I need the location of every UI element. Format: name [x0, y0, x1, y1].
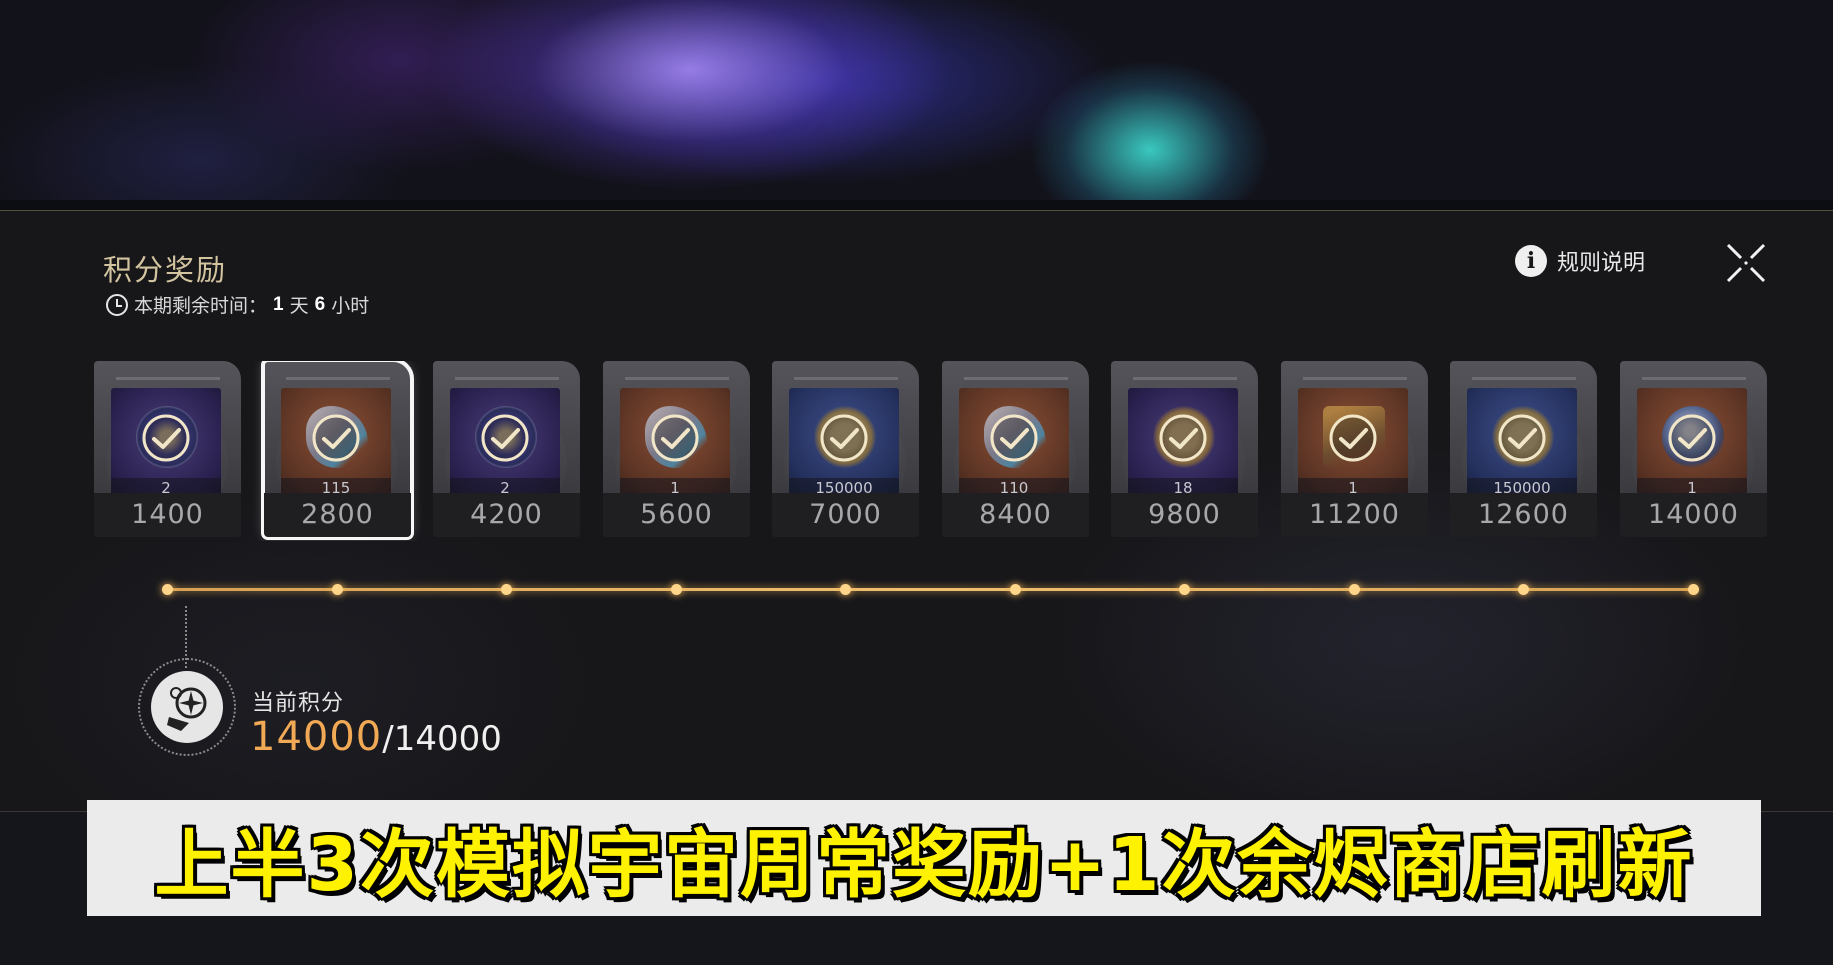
remaining-time-label: 本期剩余时间： [134, 296, 268, 317]
card-topline [1133, 377, 1237, 380]
progress-node [1179, 584, 1190, 595]
claimed-check-icon [990, 414, 1038, 462]
progress-track [170, 588, 1694, 591]
reward-item-image: 1 [620, 388, 730, 498]
progress-node [501, 584, 512, 595]
days-unit: 天 [289, 296, 309, 317]
claimed-check-icon [651, 414, 699, 462]
reward-card[interactable]: 1 5600 [603, 361, 750, 537]
card-topline [286, 377, 390, 380]
hours-unit: 小时 [331, 296, 370, 317]
reward-points-threshold: 2800 [264, 493, 411, 537]
info-icon: i [1515, 245, 1547, 277]
card-topline [1642, 377, 1746, 380]
card-topline [794, 377, 898, 380]
reward-item-image: 110 [959, 388, 1069, 498]
reward-points-threshold: 8400 [942, 493, 1089, 537]
reward-points-threshold: 9800 [1111, 493, 1258, 537]
progress-node [840, 584, 851, 595]
reward-item-image: 1 [1298, 388, 1408, 498]
background-top [0, 0, 1833, 200]
reward-card[interactable]: 110 8400 [942, 361, 1089, 537]
card-topline [455, 377, 559, 380]
reward-points-threshold: 12600 [1450, 493, 1597, 537]
claimed-check-icon [1498, 414, 1546, 462]
card-topline [964, 377, 1068, 380]
reward-item-image: 18 [1128, 388, 1238, 498]
close-button[interactable] [1724, 241, 1768, 285]
reward-card[interactable]: 115 2800 [261, 361, 414, 540]
claimed-check-icon [1159, 414, 1207, 462]
reward-item-image: 2 [450, 388, 560, 498]
reward-points-threshold: 14000 [1620, 493, 1767, 537]
claimed-check-icon [820, 414, 868, 462]
remaining-hours: 6 [314, 293, 326, 315]
progress-node [671, 584, 682, 595]
progress-node [1688, 584, 1699, 595]
points-reward-panel: 积分奖励 本期剩余时间： 1 天 6 小时 i 规则说明 2 1400 115 280… [0, 210, 1833, 812]
reward-item-image: 150000 [1467, 388, 1577, 498]
panel-title: 积分奖励 [103, 255, 228, 287]
reward-card[interactable]: 2 4200 [433, 361, 580, 537]
claimed-check-icon [1329, 414, 1377, 462]
progress-node [332, 584, 343, 595]
card-topline [1472, 377, 1576, 380]
rules-label: 规则说明 [1557, 250, 1646, 275]
remaining-time: 本期剩余时间： 1 天 6 小时 [106, 291, 369, 318]
close-icon [1726, 243, 1766, 283]
reward-card[interactable]: 18 9800 [1111, 361, 1258, 537]
reward-card-list: 2 1400 115 2800 2 4200 1 5600 150000 7000 110 8400 1… [0, 361, 1833, 541]
current-points-label: 当前积分 [252, 690, 345, 715]
progress-node [1518, 584, 1529, 595]
reward-points-threshold: 4200 [433, 493, 580, 537]
current-points-value: 14000 [250, 714, 383, 760]
progress-node [1010, 584, 1021, 595]
reward-card[interactable]: 1 14000 [1620, 361, 1767, 537]
reward-item-image: 150000 [789, 388, 899, 498]
claimed-check-icon [481, 414, 529, 462]
reward-card[interactable]: 150000 7000 [772, 361, 919, 537]
reward-item-image: 1 [1637, 388, 1747, 498]
card-topline [116, 377, 220, 380]
rules-button[interactable]: i 规则说明 [1515, 245, 1645, 277]
points-badge [138, 658, 236, 756]
progress-node [1349, 584, 1360, 595]
reward-card[interactable]: 150000 12600 [1450, 361, 1597, 537]
clock-icon [106, 293, 128, 316]
caption-banner: 上半3次模拟宇宙周常奖励+1次余烬商店刷新 [87, 800, 1761, 916]
remaining-days: 1 [273, 293, 284, 315]
claimed-check-icon [1668, 414, 1716, 462]
claimed-check-icon [142, 414, 190, 462]
reward-card[interactable]: 1 11200 [1281, 361, 1428, 537]
progress-node [162, 584, 173, 595]
reward-card[interactable]: 2 1400 [94, 361, 241, 537]
card-topline [625, 377, 729, 380]
caption-text: 上半3次模拟宇宙周常奖励+1次余烬商店刷新 [154, 821, 1694, 908]
card-topline [1303, 377, 1407, 380]
max-points-value: /14000 [382, 719, 502, 759]
claimed-check-icon [312, 414, 360, 462]
reward-points-threshold: 11200 [1281, 493, 1428, 537]
reward-points-threshold: 7000 [772, 493, 919, 537]
reward-points-threshold: 5600 [603, 493, 750, 537]
reward-item-image: 2 [111, 388, 221, 498]
reward-item-image: 115 [281, 388, 391, 498]
current-points: 14000/14000 [250, 714, 502, 760]
reward-points-threshold: 1400 [94, 493, 241, 537]
compass-badge-icon [167, 687, 207, 731]
